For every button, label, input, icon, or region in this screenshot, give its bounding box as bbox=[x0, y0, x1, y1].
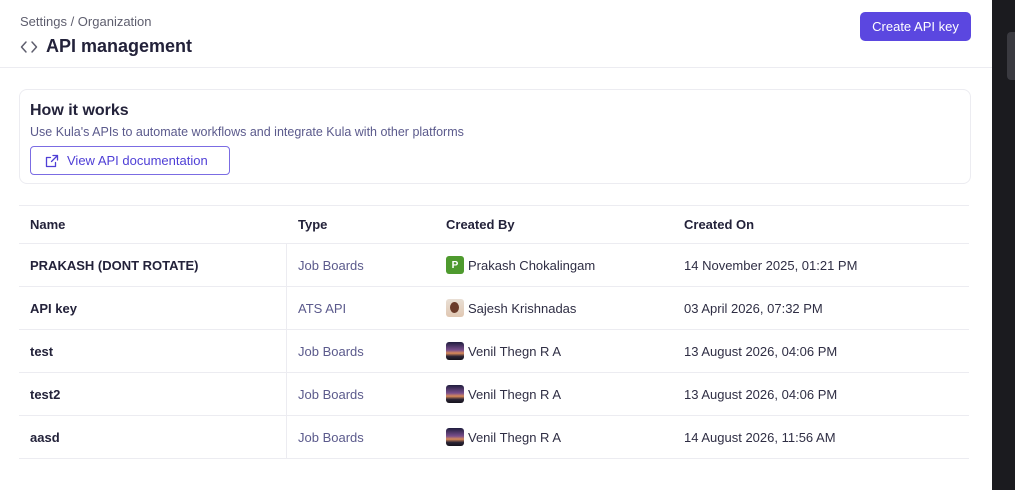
table-row[interactable]: test Job Boards Venil Thegn R A 13 Augus… bbox=[19, 330, 969, 373]
column-header-name[interactable]: Name bbox=[30, 206, 65, 243]
creator-name: Venil Thegn R A bbox=[468, 343, 561, 359]
docs-button-label: View API documentation bbox=[67, 153, 208, 168]
api-key-type: Job Boards bbox=[298, 343, 364, 359]
column-header-created-on[interactable]: Created On bbox=[684, 206, 754, 243]
api-key-name: API key bbox=[30, 300, 77, 316]
create-api-key-button[interactable]: Create API key bbox=[860, 12, 971, 41]
page-title: API management bbox=[46, 36, 193, 56]
table-header-row: Name Type Created By Created On bbox=[19, 206, 969, 244]
api-key-type: ATS API bbox=[298, 300, 347, 316]
table-row[interactable]: aasd Job Boards Venil Thegn R A 14 Augus… bbox=[19, 416, 969, 459]
created-by: Venil Thegn R A bbox=[446, 373, 561, 415]
creator-name: Prakash Chokalingam bbox=[468, 257, 596, 273]
created-on: 14 August 2026, 11:56 AM bbox=[684, 429, 836, 445]
main-panel: Settings / Organization API management C… bbox=[0, 0, 992, 490]
created-on: 03 April 2026, 07:32 PM bbox=[684, 300, 823, 316]
api-key-name: aasd bbox=[30, 429, 60, 445]
column-header-created-by[interactable]: Created By bbox=[446, 206, 515, 243]
creator-name: Venil Thegn R A bbox=[468, 429, 561, 445]
avatar bbox=[446, 299, 464, 317]
created-by: P Prakash Chokalingam bbox=[446, 244, 595, 286]
column-header-type[interactable]: Type bbox=[298, 206, 327, 243]
creator-name: Sajesh Krishnadas bbox=[468, 300, 577, 316]
created-on: 13 August 2026, 04:06 PM bbox=[684, 386, 838, 402]
title-row: API management bbox=[20, 36, 192, 57]
view-api-documentation-button[interactable]: View API documentation bbox=[30, 146, 230, 175]
creator-name: Venil Thegn R A bbox=[468, 386, 561, 402]
avatar bbox=[446, 342, 464, 360]
created-by: Venil Thegn R A bbox=[446, 416, 561, 458]
table-row[interactable]: API key ATS API Sajesh Krishnadas 03 Apr… bbox=[19, 287, 969, 330]
column-divider bbox=[286, 244, 287, 286]
table-row[interactable]: test2 Job Boards Venil Thegn R A 13 Augu… bbox=[19, 373, 969, 416]
column-divider bbox=[286, 330, 287, 372]
column-divider bbox=[286, 416, 287, 458]
column-divider bbox=[286, 287, 287, 329]
how-it-works-card: How it works Use Kula's APIs to automate… bbox=[19, 89, 971, 184]
panel-handle[interactable] bbox=[1007, 32, 1015, 80]
avatar bbox=[446, 428, 464, 446]
external-link-icon bbox=[45, 154, 59, 168]
api-key-type: Job Boards bbox=[298, 429, 364, 445]
breadcrumb[interactable]: Settings / Organization bbox=[20, 14, 152, 29]
created-on: 14 November 2025, 01:21 PM bbox=[684, 257, 858, 273]
api-key-type: Job Boards bbox=[298, 386, 364, 402]
code-icon bbox=[20, 39, 38, 55]
avatar: P bbox=[446, 256, 464, 274]
created-by: Venil Thegn R A bbox=[446, 330, 561, 372]
info-title: How it works bbox=[30, 102, 129, 119]
created-on: 13 August 2026, 04:06 PM bbox=[684, 343, 838, 359]
table-row[interactable]: PRAKASH (DONT ROTATE) Job Boards P Praka… bbox=[19, 244, 969, 287]
api-key-name: PRAKASH (DONT ROTATE) bbox=[30, 257, 199, 273]
api-keys-table: Name Type Created By Created On PRAKASH … bbox=[19, 205, 969, 459]
created-by: Sajesh Krishnadas bbox=[446, 287, 576, 329]
api-key-name: test bbox=[30, 343, 54, 359]
api-key-type: Job Boards bbox=[298, 257, 364, 273]
column-divider bbox=[286, 373, 287, 415]
api-key-name: test2 bbox=[30, 386, 61, 402]
avatar bbox=[446, 385, 464, 403]
info-description: Use Kula's APIs to automate workflows an… bbox=[30, 125, 464, 139]
page-header: Settings / Organization API management C… bbox=[0, 0, 992, 68]
